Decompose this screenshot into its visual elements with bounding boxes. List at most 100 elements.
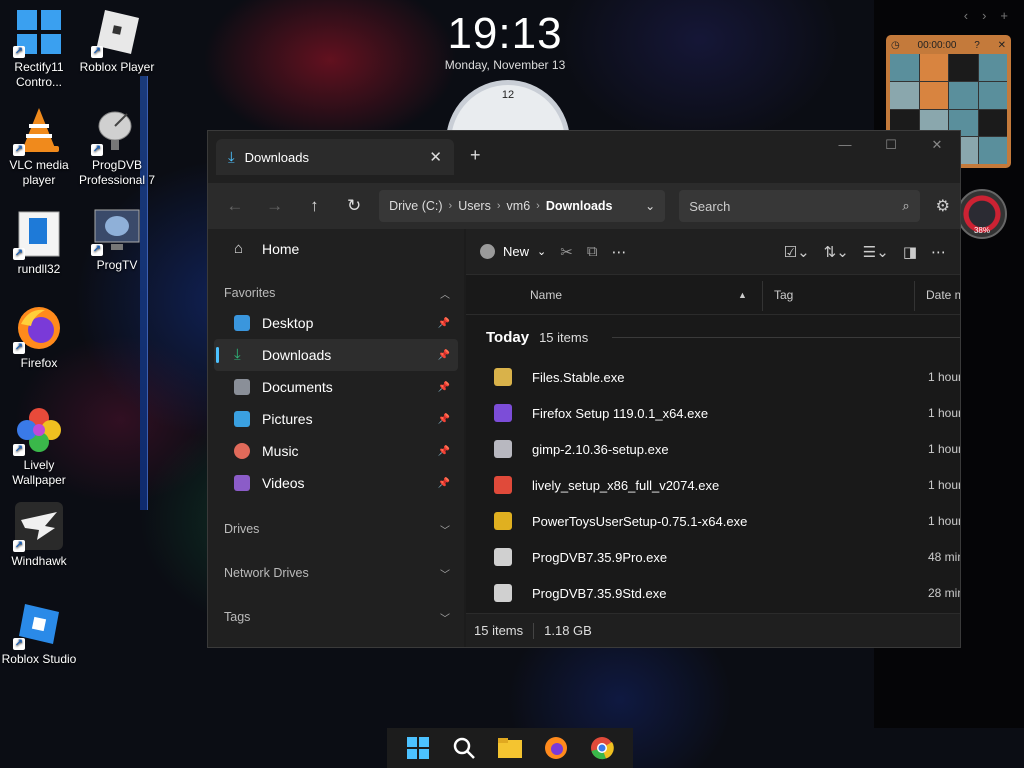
desktop-icon-rundll32[interactable]: ↗ rundll32: [0, 210, 78, 277]
roblox-player-icon: ↗: [91, 8, 141, 58]
forward-button[interactable]: →: [258, 191, 292, 221]
search-box[interactable]: Search ⌕: [679, 190, 920, 222]
select-icon[interactable]: ☑⌄: [784, 243, 810, 261]
file-row[interactable]: PowerToysUserSetup-0.75.1-x64.exe 1 hour: [466, 503, 960, 539]
home-icon: ⌂: [234, 240, 244, 257]
column-tag[interactable]: Tag: [774, 288, 793, 302]
file-row[interactable]: gimp-2.10.36-setup.exe 1 hour: [466, 431, 960, 467]
view-icon[interactable]: ☰⌄: [863, 243, 889, 261]
group-header-today[interactable]: Today 15 items: [466, 315, 960, 359]
chevron-left-icon[interactable]: ‹: [964, 8, 968, 23]
start-button[interactable]: [404, 734, 432, 762]
clock-date: Monday, November 13: [444, 58, 566, 72]
breadcrumb-current[interactable]: Downloads: [546, 199, 613, 213]
refresh-button[interactable]: ↻: [337, 191, 371, 221]
file-row[interactable]: Files.Stable.exe 1 hour: [466, 359, 960, 395]
desktop-folder-icon: [234, 315, 250, 331]
sidebar-item-music[interactable]: Music 📌: [214, 435, 458, 467]
shortcut-arrow-icon: ↗: [13, 638, 25, 650]
desktop-icon-rectify11[interactable]: ↗ Rectify11 Contro...: [0, 8, 78, 90]
more-options-icon[interactable]: ⋯: [612, 243, 627, 261]
sort-icon[interactable]: ⇅⌄: [824, 243, 849, 261]
chevron-down-icon: ⌄: [537, 246, 547, 258]
network-drives-header[interactable]: Network Drives ﹀: [208, 559, 464, 587]
file-icon: [494, 440, 512, 458]
more-icon[interactable]: ⋯: [931, 243, 946, 261]
column-date[interactable]: Date m: [926, 288, 960, 302]
vlc-icon: ↗: [13, 106, 63, 156]
file-row[interactable]: lively_setup_x86_full_v2074.exe 1 hour: [466, 467, 960, 503]
sidebar-item-home[interactable]: ⌂ Home: [214, 233, 458, 265]
breadcrumb-item[interactable]: Users: [458, 199, 491, 213]
file-explorer-window[interactable]: ⤓ Downloads ✕ + — ☐ ✕ ← → ↑ ↻ Drive (C:)…: [207, 130, 961, 648]
gear-icon[interactable]: ⚙: [936, 196, 950, 216]
breadcrumb-item[interactable]: Drive (C:): [389, 199, 442, 213]
help-button[interactable]: ?: [974, 40, 980, 51]
new-tab-button[interactable]: +: [470, 145, 481, 166]
cut-icon[interactable]: ✂: [560, 243, 573, 261]
close-window-button[interactable]: ✕: [914, 137, 960, 153]
pin-icon[interactable]: 📌: [438, 382, 450, 393]
file-row[interactable]: ProgDVB7.35.9Std.exe 28 min: [466, 575, 960, 611]
chevron-up-icon[interactable]: ︿: [440, 286, 450, 301]
search-icon[interactable]: ⌕: [902, 198, 909, 214]
file-name: Files.Stable.exe: [532, 369, 625, 385]
breadcrumb[interactable]: Drive (C:) › Users › vm6 › Downloads ⌄: [379, 190, 666, 222]
desktop-icon-roblox-studio[interactable]: ↗ Roblox Studio: [0, 600, 78, 667]
file-explorer-taskbar-button[interactable]: [496, 734, 524, 762]
desktop-icon-roblox-player[interactable]: ↗ Roblox Player: [78, 8, 156, 75]
item-count: 15 items: [474, 623, 524, 638]
pin-icon[interactable]: 📌: [438, 446, 450, 457]
firefox-taskbar-button[interactable]: [542, 734, 570, 762]
desktop-icon-progtv[interactable]: ↗ ProgTV: [78, 206, 156, 273]
file-row[interactable]: ProgDVB7.35.9Pro.exe 48 min: [466, 539, 960, 575]
chevron-down-icon[interactable]: ﹀: [440, 610, 450, 625]
copy-icon[interactable]: ⧉: [587, 243, 598, 260]
column-name[interactable]: Name: [530, 288, 562, 302]
new-button[interactable]: New ⌄: [480, 244, 546, 259]
search-taskbar-button[interactable]: [450, 734, 478, 762]
desktop-icon-progdvb[interactable]: ↗ ProgDVB Professional 7: [78, 106, 156, 188]
shortcut-arrow-icon: ↗: [13, 248, 25, 260]
chevron-right-icon[interactable]: ›: [982, 8, 986, 23]
favorites-header[interactable]: Favorites ︿: [208, 279, 464, 307]
chevron-down-icon[interactable]: ⌄: [645, 199, 655, 213]
breadcrumb-item[interactable]: vm6: [507, 199, 531, 213]
close-icon[interactable]: ✕: [998, 40, 1006, 51]
pin-icon[interactable]: 📌: [438, 318, 450, 329]
sidebar-item-documents[interactable]: Documents 📌: [214, 371, 458, 403]
sidebar-item-pictures[interactable]: Pictures 📌: [214, 403, 458, 435]
title-bar[interactable]: ⤓ Downloads ✕ + — ☐ ✕: [208, 131, 960, 183]
search-input[interactable]: Search: [689, 199, 730, 214]
desktop-icon-lively[interactable]: ↗ Lively Wallpaper: [0, 406, 78, 488]
maximize-button[interactable]: ☐: [868, 137, 914, 153]
sidebar-item-downloads[interactable]: ⤓ Downloads 📌: [214, 339, 458, 371]
desktop-icon-windhawk[interactable]: ↗ Windhawk: [0, 502, 78, 569]
file-list-pane: New ⌄ ✂ ⧉ ⋯ ☑⌄ ⇅⌄ ☰⌄ ◨ ⋯ Name ▲ Tag Date…: [466, 229, 960, 647]
puzzle-timer: 00:00:00: [917, 39, 957, 51]
up-button[interactable]: ↑: [298, 191, 332, 221]
sidebar-item-videos[interactable]: Videos 📌: [214, 467, 458, 499]
chevron-down-icon[interactable]: ﹀: [440, 522, 450, 537]
pin-icon[interactable]: 📌: [438, 478, 450, 489]
tags-header[interactable]: Tags ﹀: [208, 603, 464, 631]
chevron-down-icon[interactable]: ﹀: [440, 566, 450, 581]
drives-header[interactable]: Drives ﹀: [208, 515, 464, 543]
sort-ascending-icon: ▲: [738, 289, 747, 300]
sidebar-item-desktop[interactable]: Desktop 📌: [214, 307, 458, 339]
desktop-icon-firefox[interactable]: ↗ Firefox: [0, 304, 78, 371]
pin-icon[interactable]: 📌: [438, 350, 450, 361]
shortcut-arrow-icon: ↗: [91, 144, 103, 156]
back-button[interactable]: ←: [218, 191, 252, 221]
close-tab-icon[interactable]: ✕: [429, 148, 442, 166]
tab-downloads[interactable]: ⤓ Downloads ✕: [216, 139, 454, 175]
pin-icon[interactable]: 📌: [438, 414, 450, 425]
minimize-button[interactable]: —: [822, 137, 868, 153]
total-size: 1.18 GB: [544, 623, 592, 638]
file-row[interactable]: Firefox Setup 119.0.1_x64.exe 1 hour: [466, 395, 960, 431]
group-count: 15 items: [539, 329, 589, 345]
chrome-taskbar-button[interactable]: [588, 734, 616, 762]
add-icon[interactable]: +: [1000, 8, 1008, 23]
details-pane-icon[interactable]: ◨: [903, 243, 917, 261]
desktop-icon-vlc[interactable]: ↗ VLC media player: [0, 106, 78, 188]
